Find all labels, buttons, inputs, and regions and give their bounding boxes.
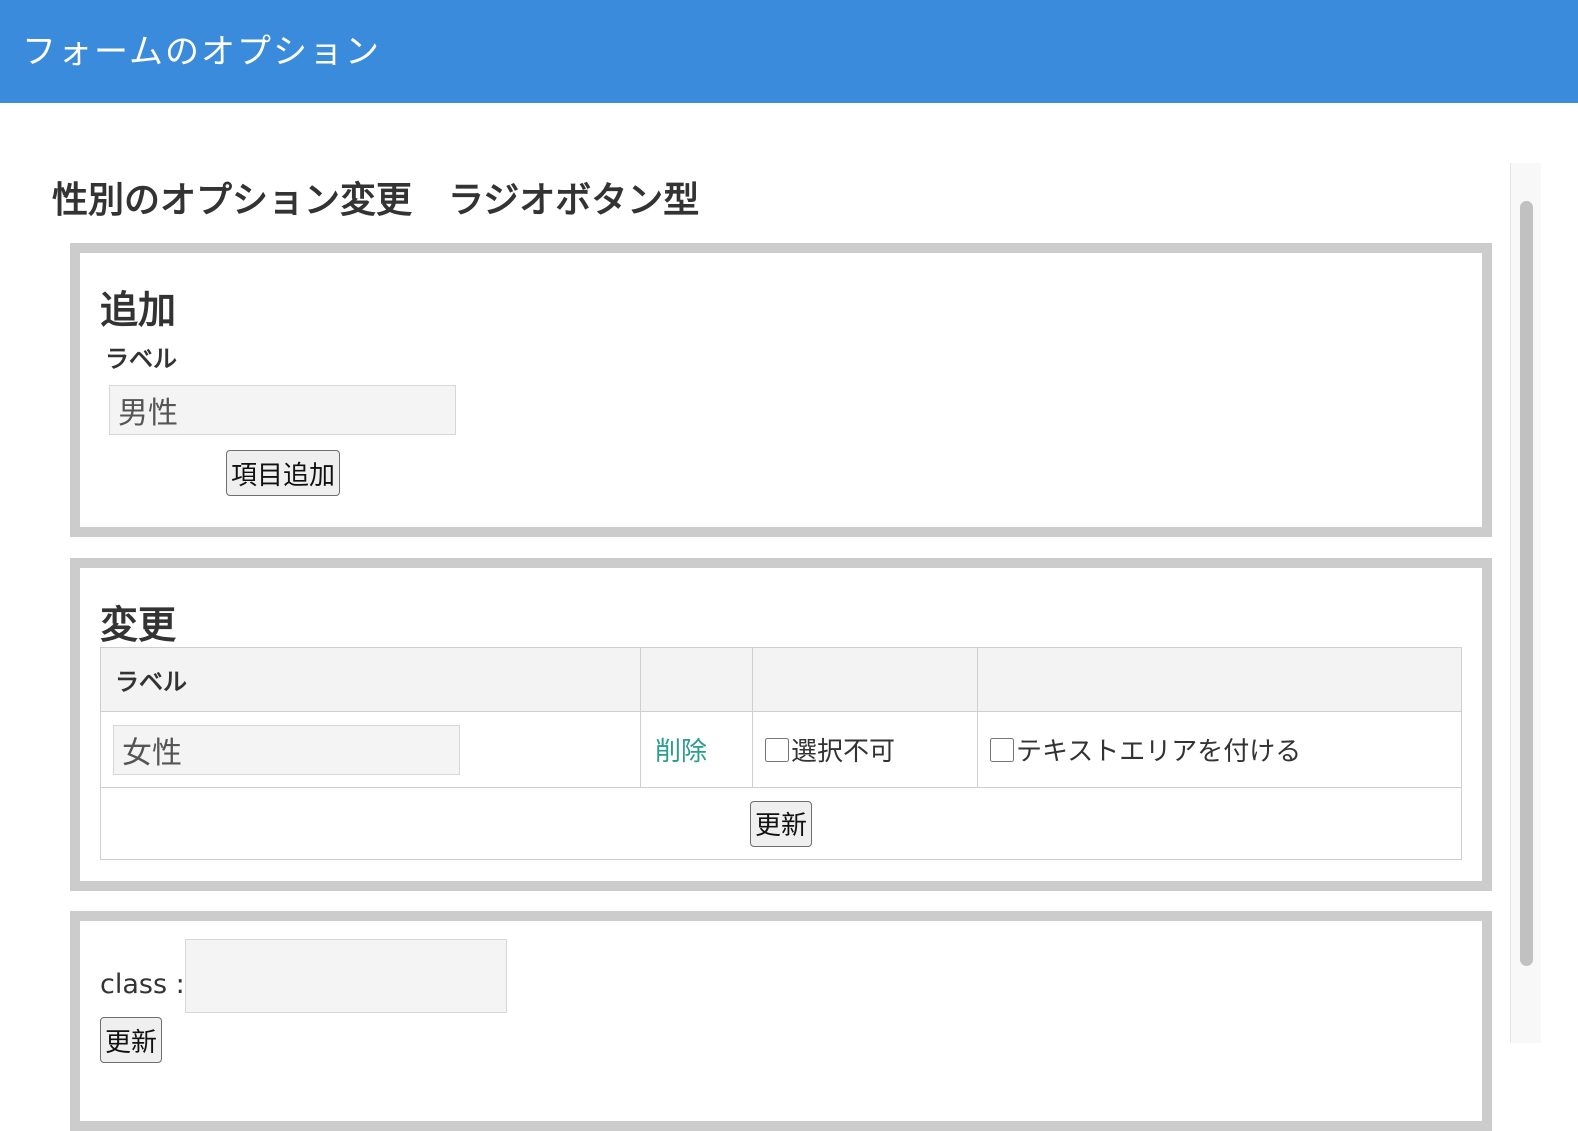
add-heading: 追加: [100, 288, 177, 332]
add-label-input[interactable]: [109, 385, 456, 435]
edit-heading: 変更: [100, 603, 177, 647]
column-header-delete: [640, 647, 753, 712]
label-cell: [100, 711, 641, 788]
add-label-caption: ラベル: [105, 345, 177, 373]
disable-option-checkbox[interactable]: 選択不可: [765, 731, 895, 768]
textarea-checkbox-label: テキストエリアを付ける: [1016, 737, 1302, 767]
textarea-cell: テキストエリアを付ける: [977, 711, 1462, 788]
class-label: class :: [100, 969, 185, 1000]
textarea-checkbox-input[interactable]: [990, 737, 1014, 762]
delete-link[interactable]: 削除: [655, 737, 707, 767]
disable-checkbox-input[interactable]: [765, 737, 789, 762]
column-header-disable: [752, 647, 978, 712]
update-row: 更新: [100, 787, 1462, 860]
table-row: 削除 選択不可 テキストエリアを付ける: [100, 711, 1462, 788]
delete-cell: 削除: [640, 711, 753, 788]
option-label-input[interactable]: [113, 724, 460, 775]
disable-cell: 選択不可: [752, 711, 978, 788]
options-table: ラベル 削除 選択不可: [100, 647, 1462, 860]
update-cell: 更新: [100, 787, 1462, 860]
class-input[interactable]: [185, 939, 507, 1013]
edit-option-panel: 変更 ラベル 削除 選択不可: [70, 558, 1492, 891]
add-option-panel: 追加 ラベル 項目追加: [70, 243, 1492, 537]
page-title: 性別のオプション変更 ラジオボタン型: [52, 180, 700, 221]
header-title: フォームのオプション: [22, 32, 381, 72]
class-update-button[interactable]: 更新: [100, 1017, 162, 1063]
update-options-button[interactable]: 更新: [750, 800, 812, 847]
column-header-label: ラベル: [100, 647, 641, 712]
class-panel: class : 更新: [70, 911, 1492, 1131]
disable-checkbox-label: 選択不可: [791, 737, 896, 767]
add-textarea-checkbox[interactable]: テキストエリアを付ける: [990, 731, 1301, 768]
scrollbar-thumb[interactable]: [1520, 201, 1533, 966]
main-content: 性別のオプション変更 ラジオボタン型 追加 ラベル 項目追加 変更 ラベル 削除: [0, 103, 1510, 1131]
app-header: フォームのオプション: [0, 0, 1578, 103]
column-header-textarea: [977, 647, 1462, 712]
add-item-button[interactable]: 項目追加: [226, 450, 340, 496]
vertical-scrollbar[interactable]: [1510, 163, 1541, 1043]
options-table-header: ラベル: [100, 647, 1462, 712]
